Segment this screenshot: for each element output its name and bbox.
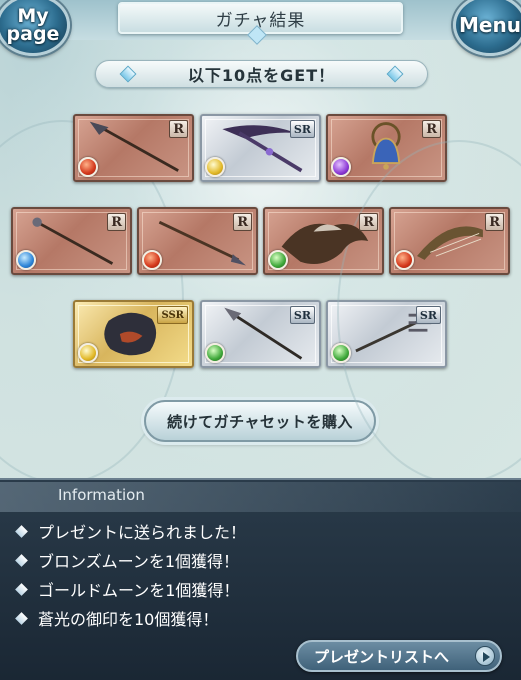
information-item: プレゼントに送られました！ [14,518,246,547]
result-card[interactable]: R [389,207,510,275]
rarity-badge: SSR [157,306,188,324]
information-item: ゴールドムーンを1個獲得！ [14,576,246,605]
fire-element-icon [394,250,414,270]
mypage-label-line2: page [6,23,60,45]
information-item: ブロンズムーンを1個獲得！ [14,547,246,576]
buy-gacha-set-button[interactable]: 続けてガチャセットを購入 [144,400,376,442]
information-panel: Information プレゼントに送られました！ ブロンズムーンを1個獲得！ … [0,478,521,680]
wind-element-icon [331,343,351,363]
wind-element-icon [268,250,288,270]
rarity-badge: SR [415,306,441,324]
rarity-badge: R [485,213,504,231]
present-list-label: プレゼントリストへ [314,647,450,666]
light-element-icon [205,157,225,177]
gacha-result-stage: My page ガチャ結果 Menu 以下10点をGET！ R SR R R R… [0,0,521,478]
rarity-badge: R [422,120,441,138]
diamond-icon [119,65,137,83]
fire-element-icon [78,157,98,177]
dark-element-icon [331,157,351,177]
result-banner-text: 以下10点をGET！ [187,66,336,85]
result-card[interactable]: R [11,207,132,275]
result-card[interactable]: R [137,207,258,275]
information-list: プレゼントに送られました！ ブロンズムーンを1個獲得！ ゴールドムーンを1個獲得… [14,518,246,634]
play-arrow-icon [475,646,495,666]
result-card[interactable]: SR [326,300,447,368]
result-card[interactable]: R [326,114,447,182]
result-card[interactable]: SR [200,114,321,182]
mypage-button[interactable]: My page [0,0,70,56]
result-card[interactable]: R [73,114,194,182]
present-list-button[interactable]: プレゼントリストへ [296,640,502,672]
information-title: Information [58,486,145,504]
water-element-icon [16,250,36,270]
result-card[interactable]: SSR [73,300,194,368]
rarity-badge: SR [289,120,315,138]
wind-element-icon [205,343,225,363]
menu-button[interactable]: Menu [453,0,521,56]
information-item: 蒼光の御印を10個獲得！ [14,605,246,634]
result-card[interactable]: SR [200,300,321,368]
light-element-icon [78,343,98,363]
diamond-icon [386,65,404,83]
fire-element-icon [142,250,162,270]
rarity-badge: R [359,213,378,231]
rarity-badge: R [107,213,126,231]
rarity-badge: SR [289,306,315,324]
rarity-badge: R [233,213,252,231]
result-banner: 以下10点をGET！ [95,60,428,88]
rarity-badge: R [169,120,188,138]
result-card[interactable]: R [263,207,384,275]
